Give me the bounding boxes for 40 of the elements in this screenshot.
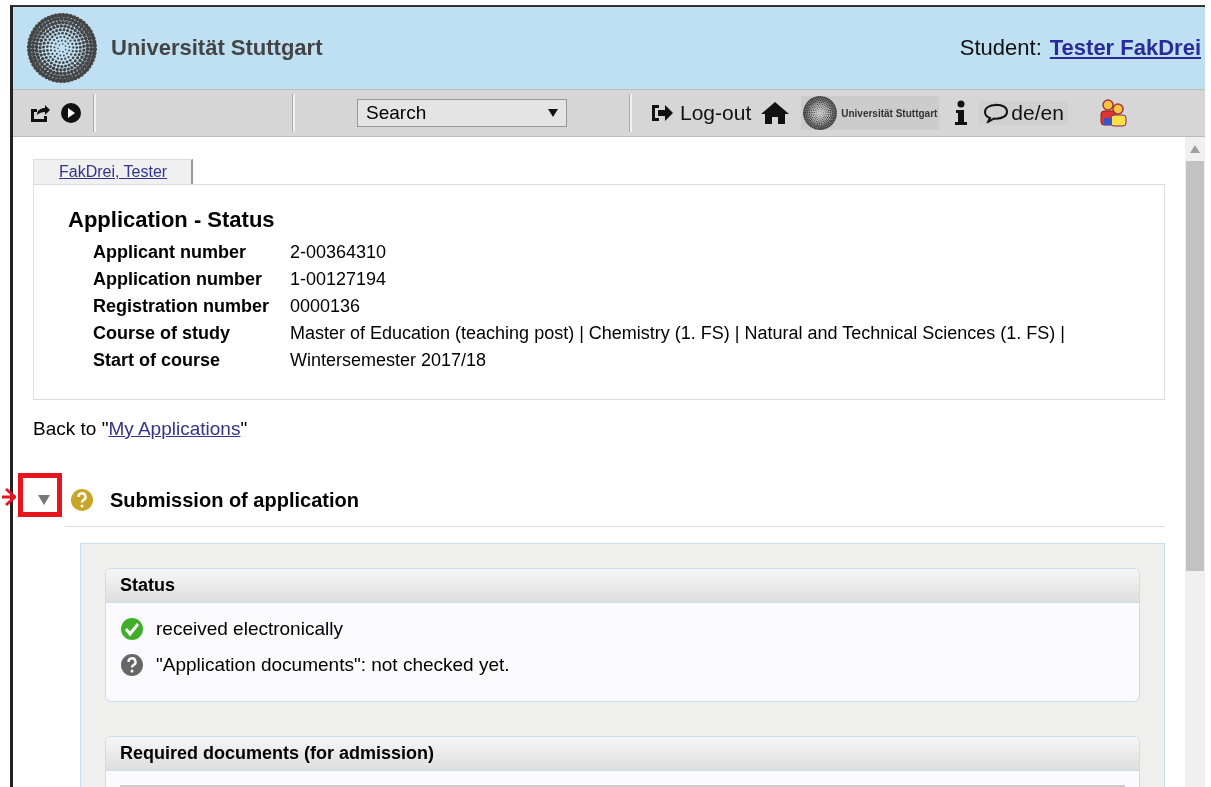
- status-text: "Application documents": not checked yet.: [156, 654, 510, 676]
- field-label: Course of study: [93, 322, 231, 344]
- dropdown-caret-icon: [548, 109, 558, 117]
- student-label: Student:: [959, 35, 1042, 61]
- people-icon[interactable]: [1097, 99, 1128, 127]
- card-header: Status: [106, 569, 1139, 603]
- logout-button[interactable]: Log-out: [646, 101, 756, 125]
- field-value: Wintersemester 2017/18: [290, 349, 488, 371]
- scrollbar[interactable]: [1185, 137, 1205, 787]
- language-button[interactable]: de/en: [979, 101, 1068, 125]
- field-value: 1-00127194: [290, 268, 388, 290]
- field-label: Start of course: [93, 349, 222, 371]
- annotation-arrow: [2, 486, 16, 508]
- tab[interactable]: FakDrei, Tester: [33, 159, 194, 184]
- search-dropdown[interactable]: Search: [357, 99, 567, 127]
- back-text: Back to "My Applications": [33, 418, 249, 440]
- card-header: Required documents (for admission): [106, 737, 1139, 771]
- status-text: received electronically: [156, 618, 343, 640]
- question-icon: [120, 653, 144, 677]
- info-icon[interactable]: [954, 100, 969, 126]
- logout-arrow-icon: [650, 103, 674, 123]
- field-value: 2-00364310: [290, 241, 388, 263]
- check-icon: [120, 617, 144, 641]
- student-name-link[interactable]: Tester FakDrei: [1049, 35, 1201, 61]
- help-icon: [70, 488, 94, 512]
- share-icon[interactable]: [28, 102, 50, 124]
- section-title: Submission of application: [110, 488, 359, 512]
- field-value: 0000136: [290, 295, 362, 317]
- page-title: Application - Status: [68, 207, 276, 233]
- field-value: Master of Education (teaching post) | Chemistry (1. FS) | Natural and Technical Sciences (1. FS) |: [290, 322, 1066, 344]
- home-icon[interactable]: [760, 101, 791, 125]
- dotted-circle-logo-icon: [27, 13, 97, 83]
- field-label: Registration number: [93, 295, 271, 317]
- university-logo[interactable]: Universität Stuttgart: [801, 96, 940, 130]
- field-label: Application number: [93, 268, 263, 290]
- speech-bubble-icon: [983, 103, 1010, 123]
- university-name: Universität Stuttgart: [111, 35, 323, 61]
- link[interactable]: My Applications: [108, 418, 241, 439]
- field-label: Applicant number: [93, 241, 247, 263]
- highlight-box: [18, 473, 62, 517]
